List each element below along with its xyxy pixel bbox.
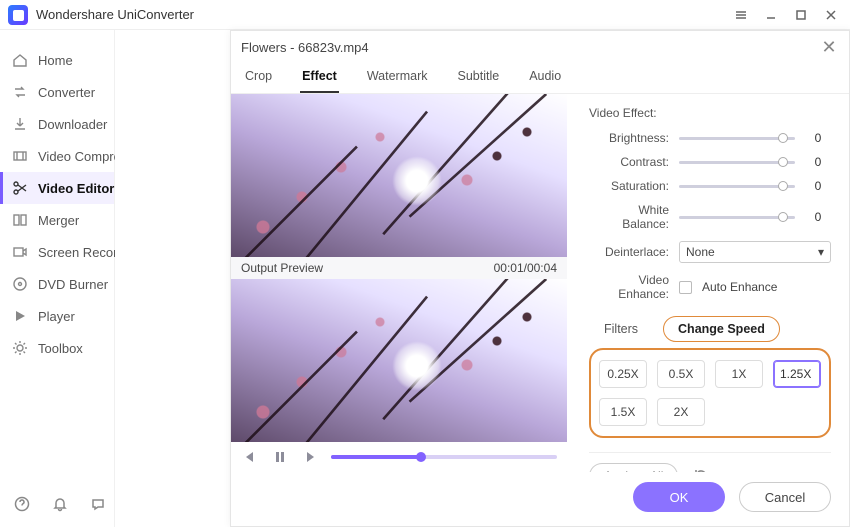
sidebar-item-merger[interactable]: Merger — [0, 204, 114, 236]
video-enhance-label: Video Enhance: — [589, 273, 669, 301]
subtab-change-speed[interactable]: Change Speed — [663, 316, 780, 342]
help-icon[interactable] — [14, 496, 30, 517]
subtab-filters[interactable]: Filters — [589, 316, 653, 342]
maximize-button[interactable] — [790, 4, 812, 26]
sidebar-item-label: Merger — [38, 213, 79, 228]
tab-audio[interactable]: Audio — [527, 63, 563, 93]
sidebar-item-converter[interactable]: Converter — [0, 76, 114, 108]
sidebar-item-label: Toolbox — [38, 341, 83, 356]
reset-icon[interactable] — [690, 465, 712, 472]
sidebar-item-home[interactable]: Home — [0, 44, 114, 76]
brightness-value: 0 — [805, 131, 831, 145]
next-frame-button[interactable] — [301, 448, 319, 466]
brightness-slider[interactable] — [679, 137, 795, 140]
cancel-button[interactable]: Cancel — [739, 482, 831, 512]
deinterlace-select[interactable]: None ▾ — [679, 241, 831, 263]
sidebar-item-dvd-burner[interactable]: DVD Burner — [0, 268, 114, 300]
sidebar-item-downloader[interactable]: Downloader — [0, 108, 114, 140]
scissors-icon — [12, 180, 28, 196]
sidebar: Home Converter Downloader Video Compress… — [0, 30, 115, 527]
contrast-label: Contrast: — [589, 155, 669, 169]
close-dialog-button[interactable]: ✕ — [819, 37, 839, 57]
tab-effect[interactable]: Effect — [300, 63, 339, 93]
sidebar-item-label: Video Editor — [38, 181, 114, 196]
converter-icon — [12, 84, 28, 100]
feedback-icon[interactable] — [90, 496, 106, 517]
output-preview — [231, 279, 567, 442]
sidebar-item-screen-recorder[interactable]: Screen Recorder — [0, 236, 114, 268]
gear-icon — [12, 340, 28, 356]
dialog-title: Flowers - 66823v.mp4 — [241, 40, 369, 55]
main-area: Save Start All Flowers - 66823v.mp4 ✕ Cr… — [115, 30, 850, 527]
play-icon — [12, 308, 28, 324]
white-balance-slider[interactable] — [679, 216, 795, 219]
sidebar-item-video-compressor[interactable]: Video Compressor — [0, 140, 114, 172]
preview-timestamp: 00:01/00:04 — [494, 261, 557, 275]
bell-icon[interactable] — [52, 496, 68, 517]
record-icon — [12, 244, 28, 260]
contrast-value: 0 — [805, 155, 831, 169]
tab-watermark[interactable]: Watermark — [365, 63, 430, 93]
auto-enhance-label: Auto Enhance — [702, 280, 777, 294]
dialog-tabs: Crop Effect Watermark Subtitle Audio — [231, 63, 849, 94]
speed-1-5x[interactable]: 1.5X — [599, 398, 647, 426]
effect-dialog: Flowers - 66823v.mp4 ✕ Crop Effect Water… — [230, 30, 850, 527]
speed-options: 0.25X 0.5X 1X 1.25X 1.5X 2X — [589, 348, 831, 438]
speed-0-5x[interactable]: 0.5X — [657, 360, 705, 388]
prev-frame-button[interactable] — [241, 448, 259, 466]
deinterlace-label: Deinterlace: — [589, 245, 669, 259]
auto-enhance-checkbox[interactable] — [679, 281, 692, 294]
speed-0-25x[interactable]: 0.25X — [599, 360, 647, 388]
status-bar — [14, 496, 106, 517]
app-name: Wondershare UniConverter — [36, 7, 194, 22]
menu-icon[interactable] — [730, 4, 752, 26]
home-icon — [12, 52, 28, 68]
deinterlace-value: None — [686, 245, 715, 259]
speed-1-25x[interactable]: 1.25X — [773, 360, 821, 388]
ok-button[interactable]: OK — [633, 482, 725, 512]
sidebar-item-label: Downloader — [38, 117, 107, 132]
sidebar-item-label: DVD Burner — [38, 277, 108, 292]
apply-to-all-button[interactable]: Apply to All — [589, 463, 678, 472]
sidebar-item-label: Player — [38, 309, 75, 324]
tab-subtitle[interactable]: Subtitle — [455, 63, 501, 93]
titlebar: Wondershare UniConverter — [0, 0, 850, 30]
speed-2x[interactable]: 2X — [657, 398, 705, 426]
app-logo — [8, 5, 28, 25]
saturation-label: Saturation: — [589, 179, 669, 193]
compress-icon — [12, 148, 28, 164]
output-preview-label: Output Preview — [241, 261, 323, 275]
white-balance-label: White Balance: — [589, 203, 669, 231]
video-effect-heading: Video Effect: — [589, 106, 831, 120]
sidebar-item-video-editor[interactable]: Video Editor — [0, 172, 114, 204]
sidebar-item-label: Home — [38, 53, 73, 68]
pause-button[interactable] — [271, 448, 289, 466]
sidebar-item-label: Converter — [38, 85, 95, 100]
speed-1x[interactable]: 1X — [715, 360, 763, 388]
chevron-down-icon: ▾ — [818, 245, 824, 259]
playback-controls — [231, 442, 567, 472]
minimize-button[interactable] — [760, 4, 782, 26]
saturation-slider[interactable] — [679, 185, 795, 188]
brightness-label: Brightness: — [589, 131, 669, 145]
seek-bar[interactable] — [331, 455, 557, 459]
saturation-value: 0 — [805, 179, 831, 193]
close-window-button[interactable] — [820, 4, 842, 26]
sidebar-item-player[interactable]: Player — [0, 300, 114, 332]
download-icon — [12, 116, 28, 132]
original-preview — [231, 94, 567, 257]
white-balance-value: 0 — [805, 210, 831, 224]
disc-icon — [12, 276, 28, 292]
merger-icon — [12, 212, 28, 228]
contrast-slider[interactable] — [679, 161, 795, 164]
sidebar-item-toolbox[interactable]: Toolbox — [0, 332, 114, 364]
tab-crop[interactable]: Crop — [243, 63, 274, 93]
